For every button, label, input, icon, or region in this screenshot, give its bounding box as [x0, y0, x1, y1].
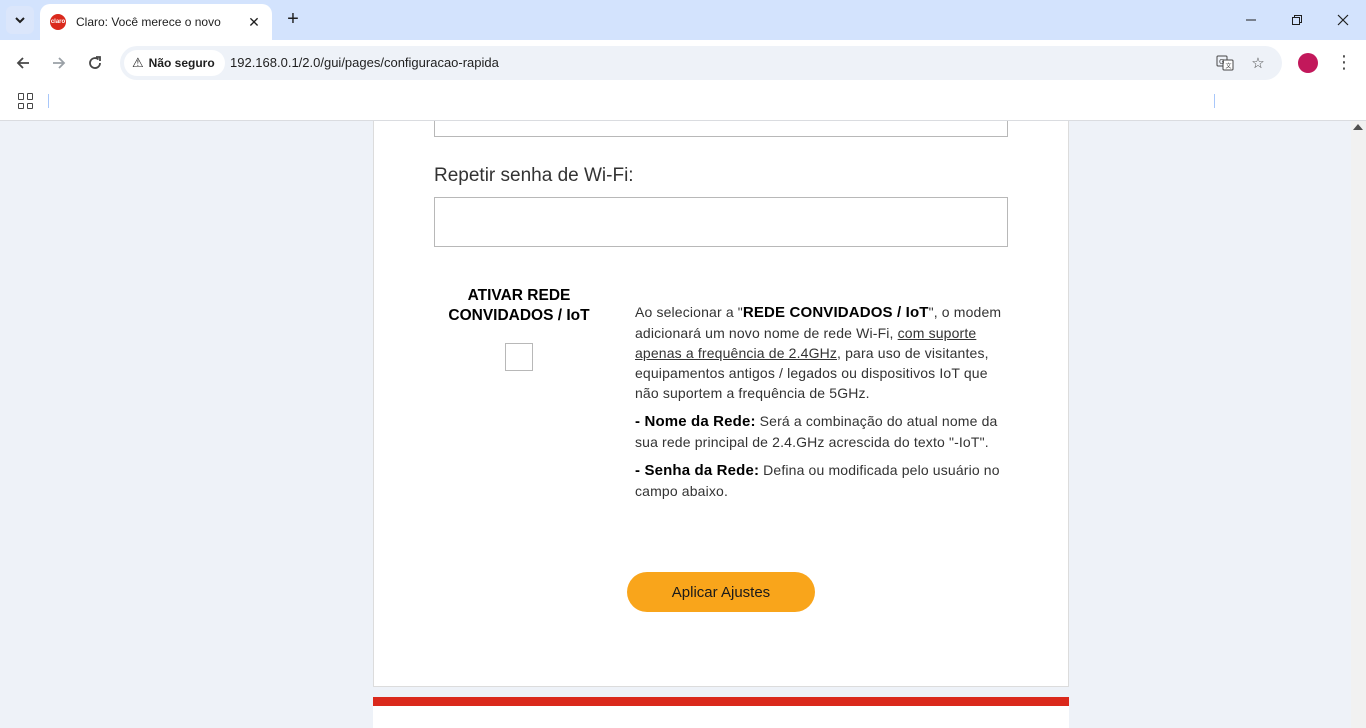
restore-icon[interactable]: [1274, 0, 1320, 40]
minimize-icon[interactable]: [1228, 0, 1274, 40]
apply-settings-button[interactable]: Aplicar Ajustes: [627, 572, 815, 612]
forward-icon[interactable]: [44, 48, 74, 78]
desc-bold: REDE CONVIDADOS / IoT: [742, 304, 929, 321]
wifi-password-input[interactable]: [434, 121, 1008, 137]
config-card: Repetir senha de Wi-Fi: ATIVAR REDE CONV…: [373, 121, 1069, 687]
description-paragraph-2: - Nome da Rede: Será a combinação do atu…: [635, 411, 1007, 452]
iot-network-title: ATIVAR REDE CONVIDADOS / IoT: [434, 286, 604, 326]
repeat-password-label: Repetir senha de Wi-Fi:: [434, 165, 634, 186]
security-chip[interactable]: ⚠ Não seguro: [124, 50, 225, 76]
tab-strip: claro Claro: Você merece o novo ✕ +: [0, 0, 1366, 40]
bookmark-separator: [1214, 94, 1215, 108]
iot-title-line2: CONVIDADOS / IoT: [448, 307, 590, 324]
close-icon[interactable]: ✕: [246, 14, 262, 30]
description-paragraph-1: Ao selecionar a "REDE CONVIDADOS / IoT",…: [635, 302, 1007, 403]
iot-network-checkbox[interactable]: [505, 343, 533, 371]
footer-section: [373, 697, 1069, 728]
warning-icon: ⚠: [132, 55, 144, 70]
desc-text: Ao selecionar a ": [635, 304, 743, 320]
iot-title-line1: ATIVAR REDE: [467, 287, 571, 304]
profile-avatar[interactable]: [1298, 53, 1318, 73]
description-paragraph-3: - Senha da Rede: Defina ou modificada pe…: [635, 460, 1007, 501]
repeat-password-input[interactable]: [434, 197, 1008, 247]
bookmark-separator: [48, 94, 49, 108]
close-window-icon[interactable]: [1320, 0, 1366, 40]
chevron-down-icon: [15, 17, 25, 24]
page-viewport: Repetir senha de Wi-Fi: ATIVAR REDE CONV…: [0, 121, 1366, 728]
iot-description: Ao selecionar a "REDE CONVIDADOS / IoT",…: [635, 302, 1007, 509]
tab-title: Claro: Você merece o novo: [76, 15, 221, 29]
address-bar[interactable]: ⚠ Não seguro 192.168.0.1/2.0/gui/pages/c…: [120, 46, 1282, 80]
back-icon[interactable]: [8, 48, 38, 78]
url-text[interactable]: 192.168.0.1/2.0/gui/pages/configuracao-r…: [230, 55, 499, 70]
scroll-up-arrow-icon[interactable]: [1353, 124, 1363, 130]
apps-icon[interactable]: [18, 93, 34, 109]
svg-text:文: 文: [1226, 62, 1232, 70]
star-icon[interactable]: ☆: [1247, 52, 1269, 74]
active-tab[interactable]: claro Claro: Você merece o novo ✕: [40, 4, 272, 40]
page-scrollbar[interactable]: [1351, 121, 1366, 728]
desc-bold: - Senha da Rede:: [635, 462, 760, 479]
security-label: Não seguro: [148, 56, 215, 70]
more-vert-icon[interactable]: ⋮: [1334, 49, 1354, 75]
desc-bold: - Nome da Rede:: [635, 413, 756, 430]
bookmarks-bar: [0, 86, 1366, 121]
svg-text:G: G: [1219, 58, 1224, 66]
new-tab-button[interactable]: +: [282, 8, 304, 30]
browser-toolbar: ⚠ Não seguro 192.168.0.1/2.0/gui/pages/c…: [0, 40, 1366, 86]
translate-icon[interactable]: G文: [1214, 52, 1236, 74]
tab-search-button[interactable]: [6, 6, 34, 34]
reload-icon[interactable]: [80, 48, 110, 78]
claro-favicon-icon: claro: [50, 14, 66, 30]
